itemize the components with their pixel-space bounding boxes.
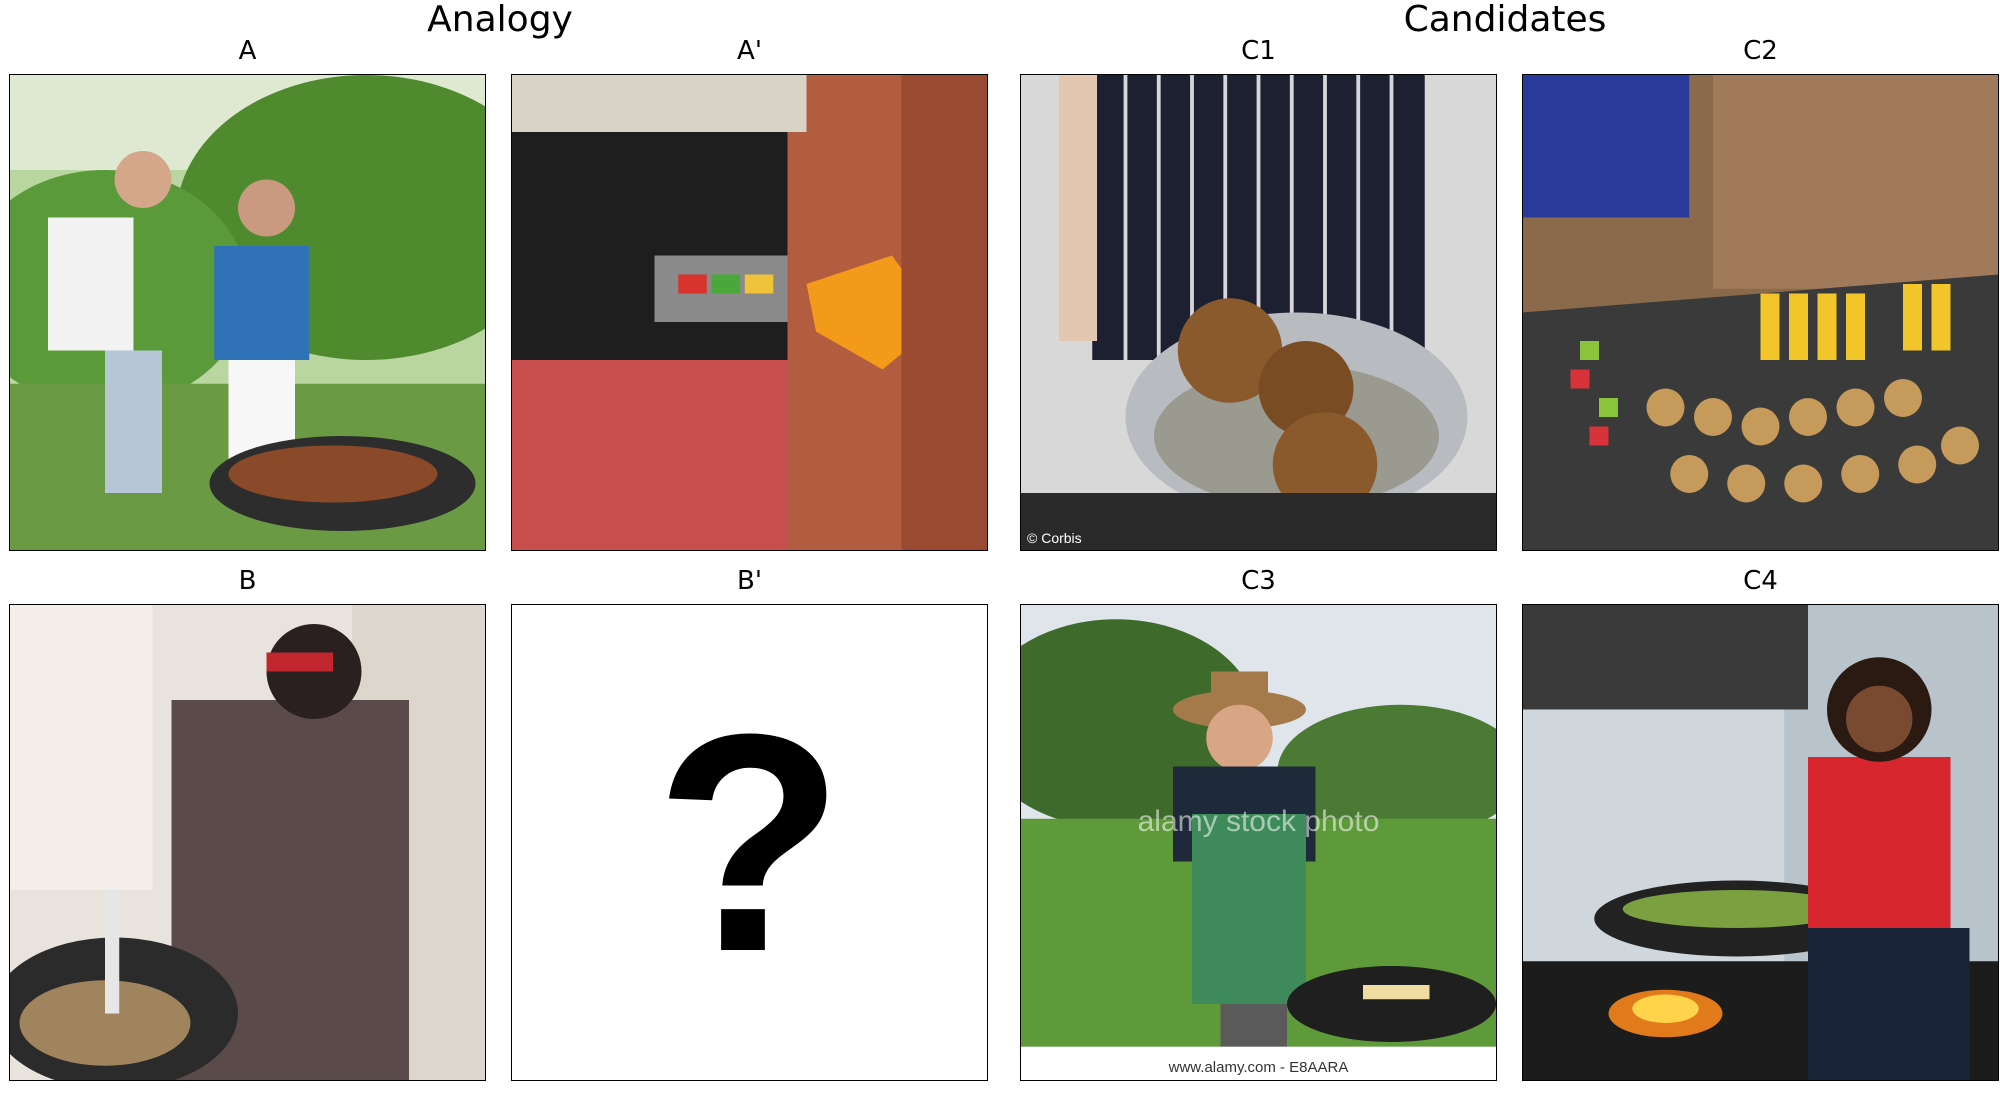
panel-b-prime-frame: ? — [511, 604, 988, 1081]
panel-b-label: B — [238, 566, 257, 596]
panel-c2[interactable]: C2 — [1522, 36, 1999, 551]
panel-b-prime: B' ? — [511, 566, 988, 1081]
panel-c2-photo[interactable] — [1522, 74, 1999, 551]
panel-a: A — [9, 36, 486, 551]
panel-c3-photo[interactable]: alamy stock photo www.alamy.com - E8AARA — [1020, 604, 1497, 1081]
panel-c4-photo[interactable] — [1522, 604, 1999, 1081]
c1-credit: © Corbis — [1027, 530, 1082, 546]
c3-footer: www.alamy.com - E8AARA — [1168, 1059, 1349, 1076]
panel-a-prime: A' — [511, 36, 988, 551]
c3-watermark: alamy stock photo — [1137, 804, 1380, 838]
panel-c1[interactable]: C1 © Corbis — [1020, 36, 1497, 551]
panel-b: B — [9, 566, 486, 1081]
panel-c1-photo[interactable]: © Corbis — [1020, 74, 1497, 551]
panel-c4[interactable]: C4 — [1522, 566, 1999, 1081]
panel-c2-label: C2 — [1743, 36, 1778, 66]
panel-c3-label: C3 — [1241, 566, 1276, 596]
panel-b-prime-label: B' — [737, 566, 762, 596]
panel-a-prime-label: A' — [737, 36, 762, 66]
question-mark: ? — [654, 668, 845, 1016]
panel-c1-label: C1 — [1241, 36, 1276, 66]
candidates-heading: Candidates — [1403, 0, 1607, 40]
panel-a-prime-photo — [511, 74, 988, 551]
panel-a-label: A — [238, 36, 257, 66]
panel-b-photo — [9, 604, 486, 1081]
analogy-heading: Analogy — [427, 0, 573, 40]
panel-c3[interactable]: C3 alamy stock photo www.alamy.com - E8A… — [1020, 566, 1497, 1081]
panel-c4-label: C4 — [1743, 566, 1778, 596]
panel-a-photo — [9, 74, 486, 551]
